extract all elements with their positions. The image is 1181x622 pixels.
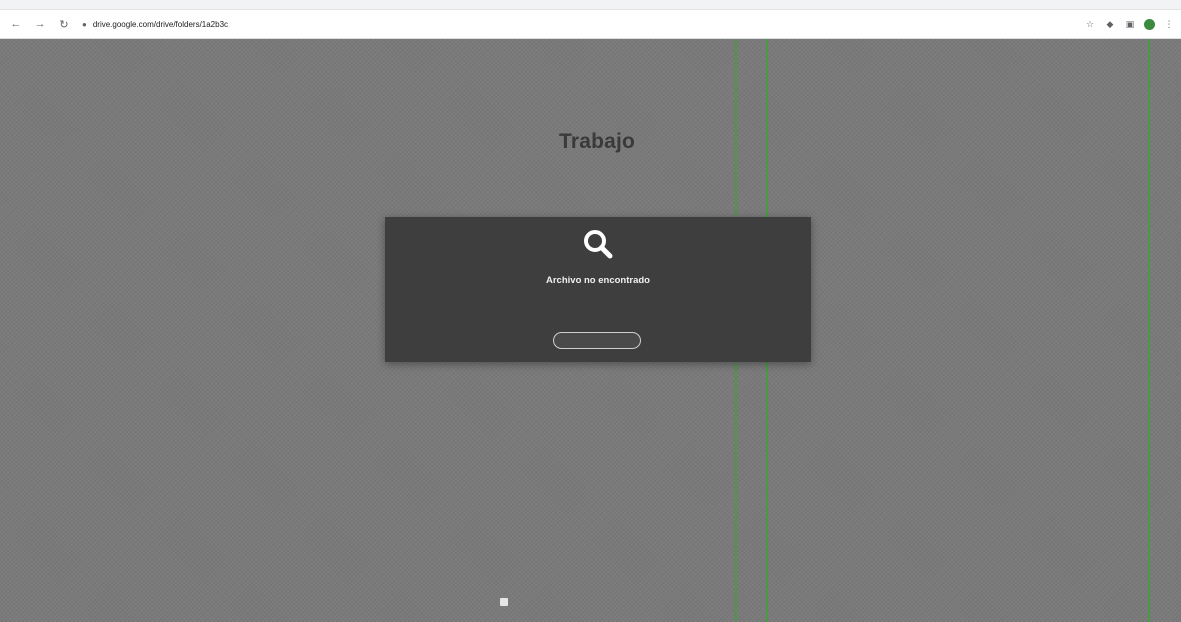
back-icon[interactable]: ← <box>8 16 24 32</box>
toolbar-actions: ☆ ◆ ▣ ⋮ <box>1084 10 1175 38</box>
card-title: Archivo no encontrado <box>546 275 650 286</box>
page-footer <box>500 598 710 606</box>
address-bar[interactable]: ● drive.google.com/drive/folders/1a2b3c <box>82 14 982 34</box>
not-found-card: Archivo no encontrado <box>385 217 811 362</box>
browser-toolbar: ← → ↻ ● drive.google.com/drive/folders/1… <box>0 10 1181 39</box>
url-text: drive.google.com/drive/folders/1a2b3c <box>92 19 229 29</box>
bookmark-icon[interactable]: ☆ <box>1084 18 1096 30</box>
search-icon <box>584 230 613 259</box>
page-brand: Trabajo <box>558 130 636 153</box>
forward-icon[interactable]: → <box>32 16 48 32</box>
extension-icon[interactable]: ◆ <box>1104 18 1116 30</box>
footer-logo-icon <box>500 598 508 606</box>
sidebar-icon[interactable]: ▣ <box>1124 18 1136 30</box>
tab-strip <box>0 0 1181 10</box>
vertical-green-line <box>1148 39 1150 622</box>
reload-icon[interactable]: ↻ <box>56 16 72 32</box>
lock-icon: ● <box>82 19 87 29</box>
profile-avatar[interactable] <box>1144 18 1155 30</box>
menu-icon[interactable]: ⋮ <box>1163 18 1175 30</box>
card-action-button[interactable] <box>553 332 641 349</box>
